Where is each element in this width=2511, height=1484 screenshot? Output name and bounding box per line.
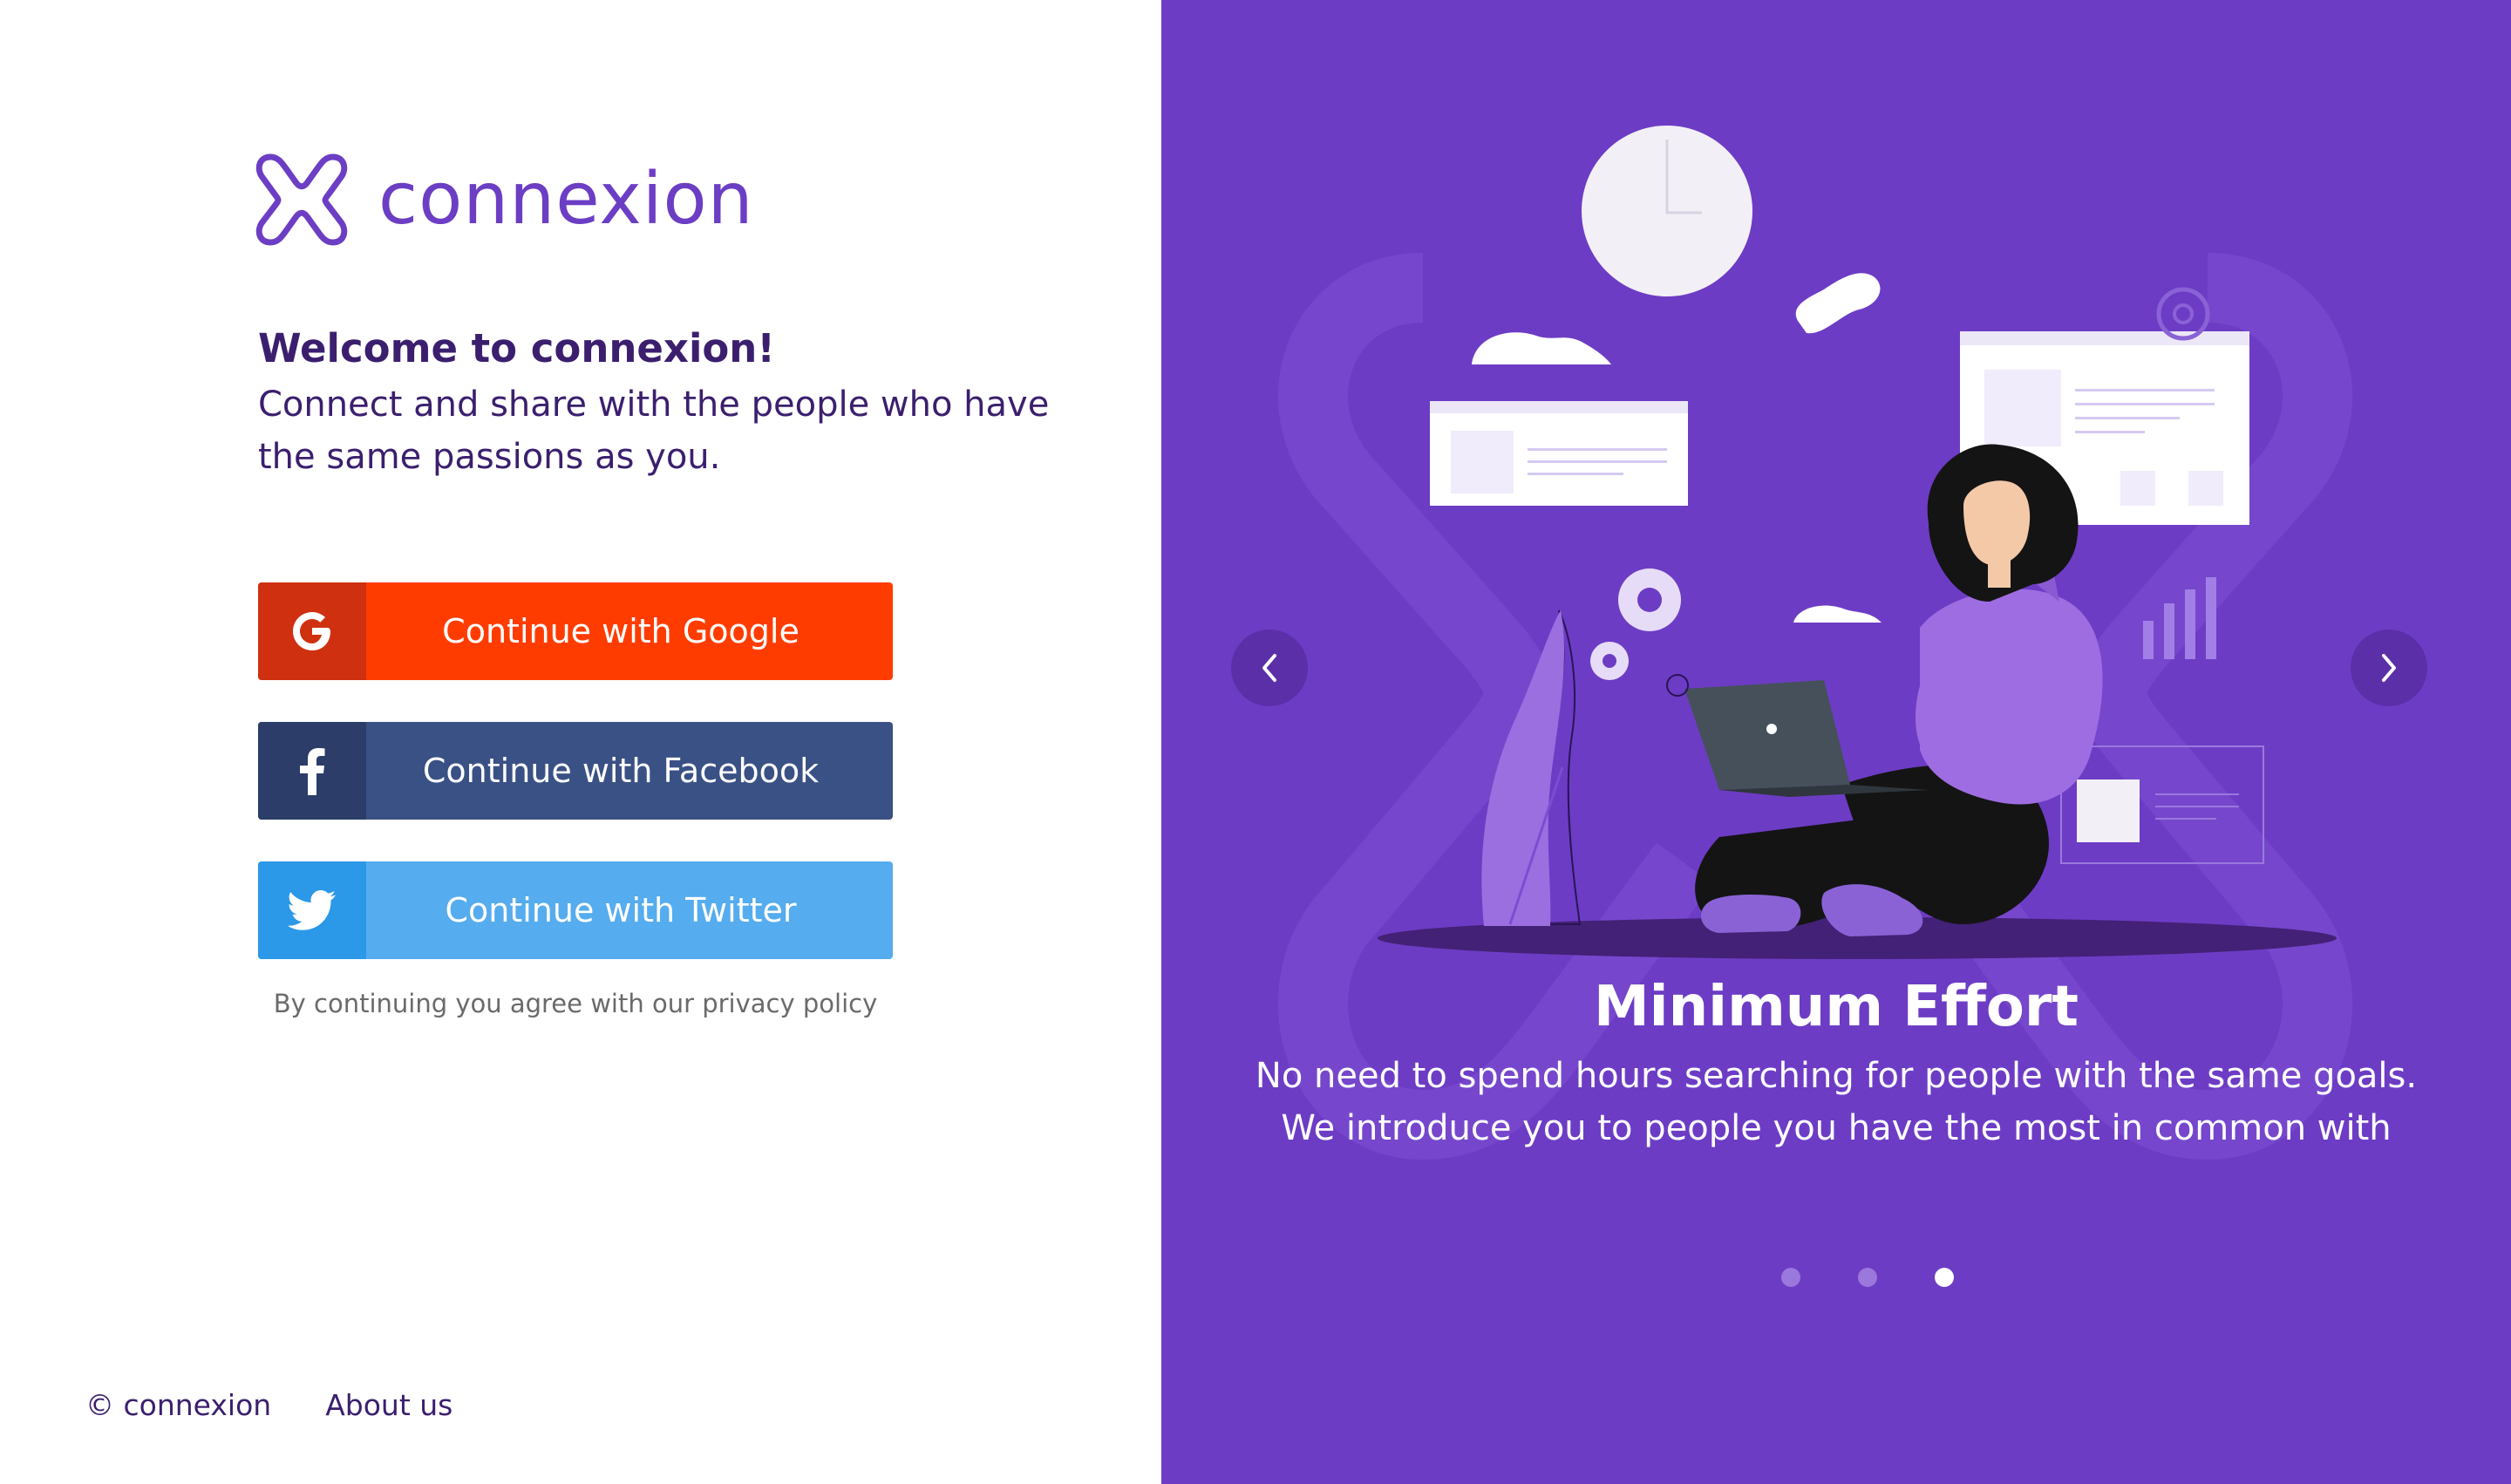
google-icon (258, 582, 366, 680)
carousel-pagination (1161, 1268, 2511, 1287)
continue-with-google-button[interactable]: Continue with Google (258, 582, 893, 680)
slide-title: Minimum Effort (1593, 975, 2079, 1039)
twitter-button-label: Continue with Twitter (445, 891, 797, 929)
welcome-title: Welcome to connexion! (258, 325, 775, 371)
carousel-next-button[interactable] (2351, 630, 2427, 706)
feature-carousel: Minimum Effort No need to spend hours se… (1161, 0, 2511, 1484)
footer: © connexion About us (85, 1388, 453, 1422)
connexion-logo-icon (255, 153, 348, 246)
privacy-policy-note: By continuing you agree with our privacy… (273, 989, 878, 1018)
about-us-link[interactable]: About us (325, 1388, 453, 1422)
google-button-label: Continue with Google (442, 612, 800, 650)
welcome-text: Connect and share with the people who ha… (258, 385, 1050, 477)
welcome-section: Welcome to connexion! Connect and share … (258, 323, 1095, 483)
carousel-dot-2[interactable] (1858, 1268, 1877, 1287)
carousel-prev-button[interactable] (1231, 630, 1308, 706)
brand-name: connexion (378, 158, 754, 241)
login-panel: connexion Welcome to connexion! Connect … (0, 0, 1161, 1484)
brand: connexion (253, 150, 754, 249)
facebook-icon (258, 722, 366, 820)
chevron-right-icon (2382, 654, 2396, 682)
carousel-dot-1[interactable] (1781, 1268, 1800, 1287)
chevron-left-icon (1262, 654, 1276, 682)
woman-with-laptop-illustration (1378, 126, 2337, 959)
continue-with-twitter-button[interactable]: Continue with Twitter (258, 861, 893, 959)
facebook-button-label: Continue with Facebook (422, 752, 820, 790)
twitter-icon (258, 861, 366, 959)
slide-description: No need to spend hours searching for peo… (1255, 1056, 2418, 1148)
footer-copyright: © connexion (85, 1388, 272, 1422)
continue-with-facebook-button[interactable]: Continue with Facebook (258, 722, 893, 820)
carousel-dot-3[interactable] (1935, 1268, 1954, 1287)
